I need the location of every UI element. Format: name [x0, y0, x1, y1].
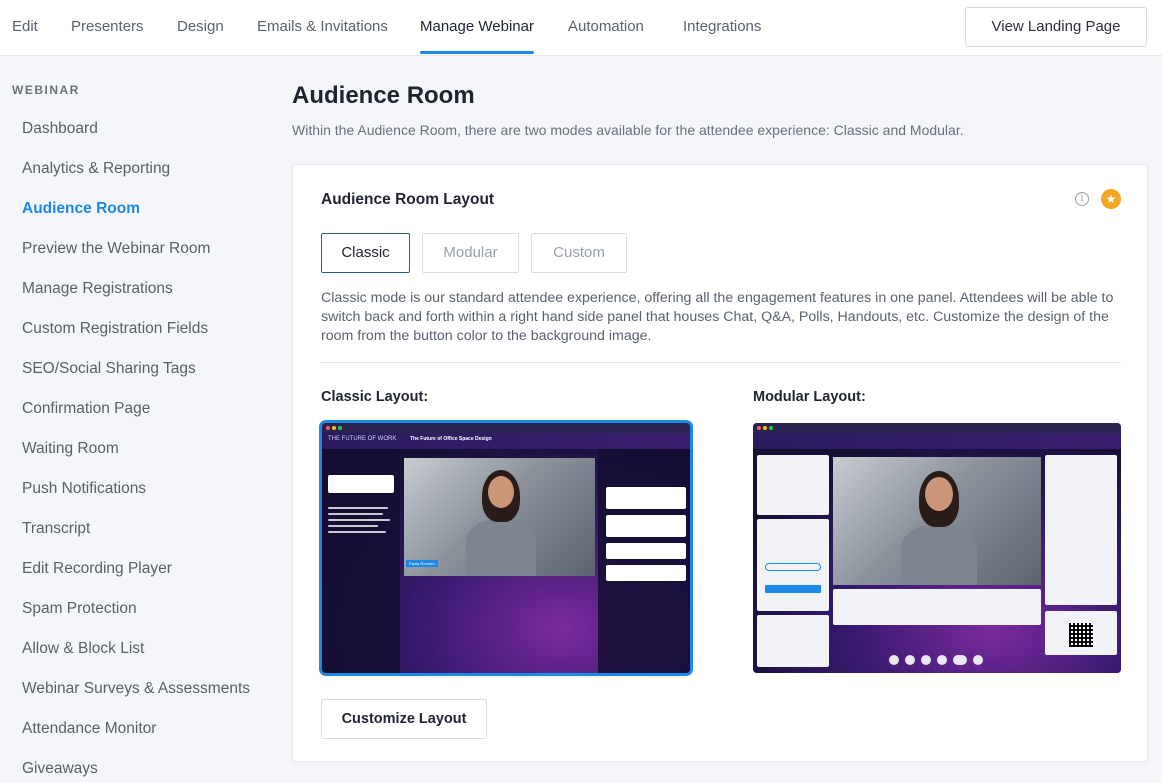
preview-chat-panel — [598, 449, 690, 673]
preview-presenter-tag: Paula Romero — [406, 560, 438, 567]
preview-handouts-widget — [757, 615, 829, 667]
sidebar-item-spam-protection[interactable]: Spam Protection — [22, 600, 137, 618]
tab-presenters[interactable]: Presenters — [71, 0, 144, 56]
star-icon[interactable]: ★ — [1101, 189, 1121, 209]
preview-video — [404, 458, 595, 576]
divider — [321, 362, 1121, 363]
preview-brand: THE FUTURE OF WORK — [328, 436, 397, 442]
sidebar-item-audience-room[interactable]: Audience Room — [22, 200, 140, 218]
sidebar-item-waiting-room[interactable]: Waiting Room — [22, 440, 119, 458]
sidebar-item-confirmation-page[interactable]: Confirmation Page — [22, 400, 150, 418]
view-landing-page-button[interactable]: View Landing Page — [965, 7, 1147, 47]
preview-browser-bar — [322, 423, 690, 433]
sidebar-item-transcript[interactable]: Transcript — [22, 520, 90, 538]
preview-polls-widget — [757, 519, 829, 611]
sidebar-item-seo-social[interactable]: SEO/Social Sharing Tags — [22, 360, 196, 378]
modular-layout-preview[interactable] — [753, 423, 1121, 673]
mode-classic-button[interactable]: Classic — [321, 233, 410, 273]
page-subtitle: Within the Audience Room, there are two … — [292, 122, 964, 138]
modular-layout-label: Modular Layout: — [753, 389, 866, 405]
sidebar-item-edit-recording-player[interactable]: Edit Recording Player — [22, 560, 172, 578]
sidebar-item-giveaways[interactable]: Giveaways — [22, 760, 98, 778]
sidebar-item-push-notifications[interactable]: Push Notifications — [22, 480, 146, 498]
preview-qa-widget — [1045, 455, 1117, 605]
sidebar-item-analytics[interactable]: Analytics & Reporting — [22, 160, 170, 178]
classic-layout-preview[interactable]: THE FUTURE OF WORK The Future of Office … — [322, 423, 690, 673]
mode-description: Classic mode is our standard attendee ex… — [321, 290, 1114, 344]
tab-manage-webinar[interactable]: Manage Webinar — [420, 0, 534, 56]
tab-integrations[interactable]: Integrations — [683, 0, 761, 56]
sidebar-item-custom-registration-fields[interactable]: Custom Registration Fields — [22, 320, 208, 338]
tab-emails-invitations[interactable]: Emails & Invitations — [257, 0, 388, 56]
preview-info-widget — [833, 589, 1041, 625]
page-title: Audience Room — [292, 82, 475, 109]
sidebar-heading: WEBINAR — [12, 83, 80, 97]
sidebar: WEBINAR Dashboard Analytics & Reporting … — [0, 56, 270, 783]
sidebar-item-allow-block-list[interactable]: Allow & Block List — [22, 640, 144, 658]
card-title: Audience Room Layout — [321, 191, 495, 208]
preview-browser-bar — [753, 423, 1121, 433]
customize-layout-button[interactable]: Customize Layout — [321, 699, 487, 739]
preview-session-title: The Future of Office Space Design — [410, 436, 492, 442]
sidebar-item-manage-registrations[interactable]: Manage Registrations — [22, 280, 173, 298]
preview-presenters-widget — [757, 455, 829, 515]
tab-design[interactable]: Design — [177, 0, 224, 56]
sidebar-item-surveys-assessments[interactable]: Webinar Surveys & Assessments — [22, 680, 250, 698]
mode-modular-button[interactable]: Modular — [422, 233, 519, 273]
sidebar-item-attendance-monitor[interactable]: Attendance Monitor — [22, 720, 156, 738]
info-icon[interactable]: i — [1075, 192, 1089, 206]
preview-resources-widget — [1045, 611, 1117, 655]
audience-room-layout-card: Audience Room Layout i ★ Classic Modular… — [292, 164, 1148, 762]
tab-edit[interactable]: Edit — [12, 0, 38, 56]
preview-about-panel — [322, 449, 400, 673]
sidebar-item-dashboard[interactable]: Dashboard — [22, 120, 98, 138]
classic-layout-label: Classic Layout: — [321, 389, 429, 405]
mode-custom-button[interactable]: Custom — [531, 233, 627, 273]
top-nav: Edit Presenters Design Emails & Invitati… — [0, 0, 1162, 56]
tab-automation[interactable]: Automation — [568, 0, 644, 56]
preview-video — [833, 457, 1041, 585]
sidebar-item-preview-room[interactable]: Preview the Webinar Room — [22, 240, 210, 258]
